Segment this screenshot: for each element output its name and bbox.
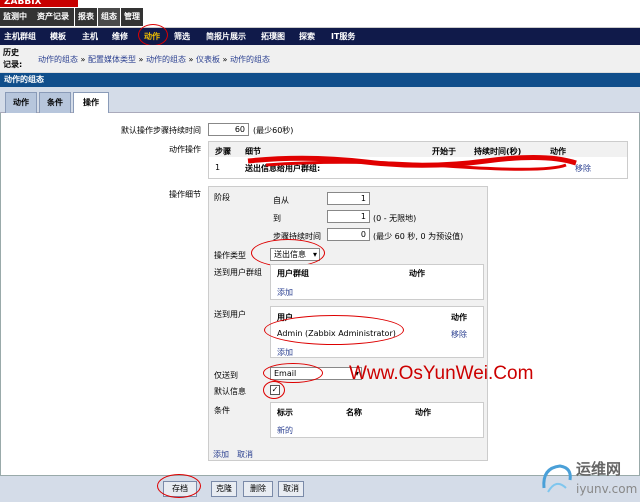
default-msg-label: 默认信息 xyxy=(214,387,246,396)
breadcrumb-sep: » xyxy=(80,55,86,64)
breadcrumb-sep: » xyxy=(222,55,228,64)
stage-label: 阶段 xyxy=(214,193,230,202)
groups-th: 用户群组 xyxy=(277,269,309,278)
subnav-discovery[interactable]: 探索 xyxy=(299,28,315,45)
watermark: Www.OsYunWei.Com xyxy=(349,363,534,384)
from-label: 自从 xyxy=(273,196,289,205)
page-title: 动作的组态 xyxy=(0,73,640,87)
tab-operations[interactable]: 操作 xyxy=(73,92,109,113)
subnav-filters[interactable]: 筛选 xyxy=(174,28,190,45)
tab-administration[interactable]: 管理 xyxy=(121,8,143,26)
to-input[interactable]: 1 xyxy=(327,210,370,223)
users-add-link[interactable]: 添加 xyxy=(277,347,293,358)
top-bar: ZABBIX 监测中 资产记录 报表 组态 管理 xyxy=(0,0,640,28)
cond-new-link[interactable]: 新的 xyxy=(277,425,293,436)
history-item[interactable]: 动作的组态 xyxy=(38,55,78,64)
tab-inventory[interactable]: 资产记录 xyxy=(34,8,74,26)
users-th-action: 动作 xyxy=(451,313,467,322)
ops-step: 1 xyxy=(215,163,221,172)
highlight-oval xyxy=(138,24,168,46)
send-users-label: 送到用户 xyxy=(214,310,246,319)
highlight-oval xyxy=(264,315,404,345)
groups-th-action: 动作 xyxy=(409,269,425,278)
op-type-label: 操作类型 xyxy=(214,251,246,260)
sub-navigation: 主机群组 模板 主机 维修 动作 筛选 简报片展示 拓璞图 探索 IT服务 xyxy=(0,28,640,45)
breadcrumb-sep: » xyxy=(188,55,194,64)
tab-configuration[interactable]: 组态 xyxy=(98,8,120,26)
op-add-link[interactable]: 添加 xyxy=(213,449,229,460)
send-groups-label: 送到用户群组 xyxy=(214,268,262,277)
breadcrumb: 动作的组态 » 配置媒体类型 » 动作的组态 » 仪表板 » 动作的组态 xyxy=(38,54,270,65)
ops-label: 动作操作 xyxy=(169,145,201,154)
history-item[interactable]: 动作的组态 xyxy=(230,55,270,64)
conditions-label: 条件 xyxy=(214,406,230,415)
history-bar: 历史记录: 动作的组态 » 配置媒体类型 » 动作的组态 » 仪表板 » 动作的… xyxy=(0,45,640,73)
highlight-oval xyxy=(157,474,201,498)
op-details-label: 操作细节 xyxy=(169,190,201,199)
history-item[interactable]: 仪表板 xyxy=(196,55,220,64)
user-remove-link[interactable]: 移除 xyxy=(451,329,467,340)
clone-button[interactable]: 克隆 xyxy=(211,481,237,497)
subnav-maps[interactable]: 拓璞图 xyxy=(261,28,285,45)
default-step-input[interactable]: 60 xyxy=(208,123,249,136)
default-step-label: 默认操作步骤持续时间 xyxy=(121,126,201,135)
highlight-oval xyxy=(251,239,325,267)
subnav-host-groups[interactable]: 主机群组 xyxy=(4,28,36,45)
watermark-url: iyunv.com xyxy=(576,482,638,496)
ops-th-step: 步骤 xyxy=(215,147,231,156)
tab-conditions[interactable]: 条件 xyxy=(39,92,71,113)
step-duration-input[interactable]: 0 xyxy=(327,228,370,241)
cond-th-action: 动作 xyxy=(415,408,431,417)
highlight-oval xyxy=(263,363,323,383)
redaction-scribble xyxy=(247,154,577,171)
subnav-it-services[interactable]: IT服务 xyxy=(331,28,355,45)
subnav-templates[interactable]: 模板 xyxy=(50,28,66,45)
cond-th-name: 名称 xyxy=(346,408,362,417)
history-item[interactable]: 配置媒体类型 xyxy=(88,55,136,64)
subnav-slides[interactable]: 简报片展示 xyxy=(206,28,246,45)
from-input[interactable]: 1 xyxy=(327,192,370,205)
subnav-maintenance[interactable]: 维修 xyxy=(112,28,128,45)
op-details-panel: 阶段 自从 1 到 1 (0 - 无限地) 步骤持续时间 0 (最少 60 秒,… xyxy=(208,186,488,461)
history-label: 历史记录: xyxy=(3,48,23,69)
to-hint: (0 - 无限地) xyxy=(373,214,417,223)
swirl-icon xyxy=(542,464,572,493)
groups-add-link[interactable]: 添加 xyxy=(277,287,293,298)
history-item[interactable]: 动作的组态 xyxy=(146,55,186,64)
cond-th-label: 标示 xyxy=(277,408,293,417)
highlight-oval xyxy=(263,381,285,399)
zabbix-logo: ZABBIX xyxy=(0,0,78,7)
site-watermark: 运维网 iyunv.com xyxy=(534,456,640,502)
watermark-cn: 运维网 xyxy=(576,460,622,478)
send-only-label: 仅送到 xyxy=(214,371,238,380)
tab-reports[interactable]: 报表 xyxy=(75,8,97,26)
operations-form: 默认操作步骤持续时间 60 (最少60秒) 动作操作 步骤 细节 开始于 持续时… xyxy=(0,113,640,475)
op-cancel-link[interactable]: 取消 xyxy=(237,449,253,460)
delete-button[interactable]: 删除 xyxy=(243,481,273,497)
cancel-button[interactable]: 取消 xyxy=(278,481,304,497)
default-step-hint: (最少60秒) xyxy=(253,126,294,135)
step-duration-hint: (最少 60 秒, 0 为预设值) xyxy=(373,232,464,241)
tab-action[interactable]: 动作 xyxy=(5,92,37,113)
form-tabs: 动作 条件 操作 xyxy=(0,87,640,113)
groups-table: 用户群组 动作 添加 xyxy=(270,264,484,300)
to-label: 到 xyxy=(273,214,281,223)
conditions-table: 标示 名称 动作 新的 xyxy=(270,402,484,438)
breadcrumb-sep: » xyxy=(138,55,144,64)
subnav-hosts[interactable]: 主机 xyxy=(82,28,98,45)
tab-monitoring[interactable]: 监测中 xyxy=(0,8,34,26)
